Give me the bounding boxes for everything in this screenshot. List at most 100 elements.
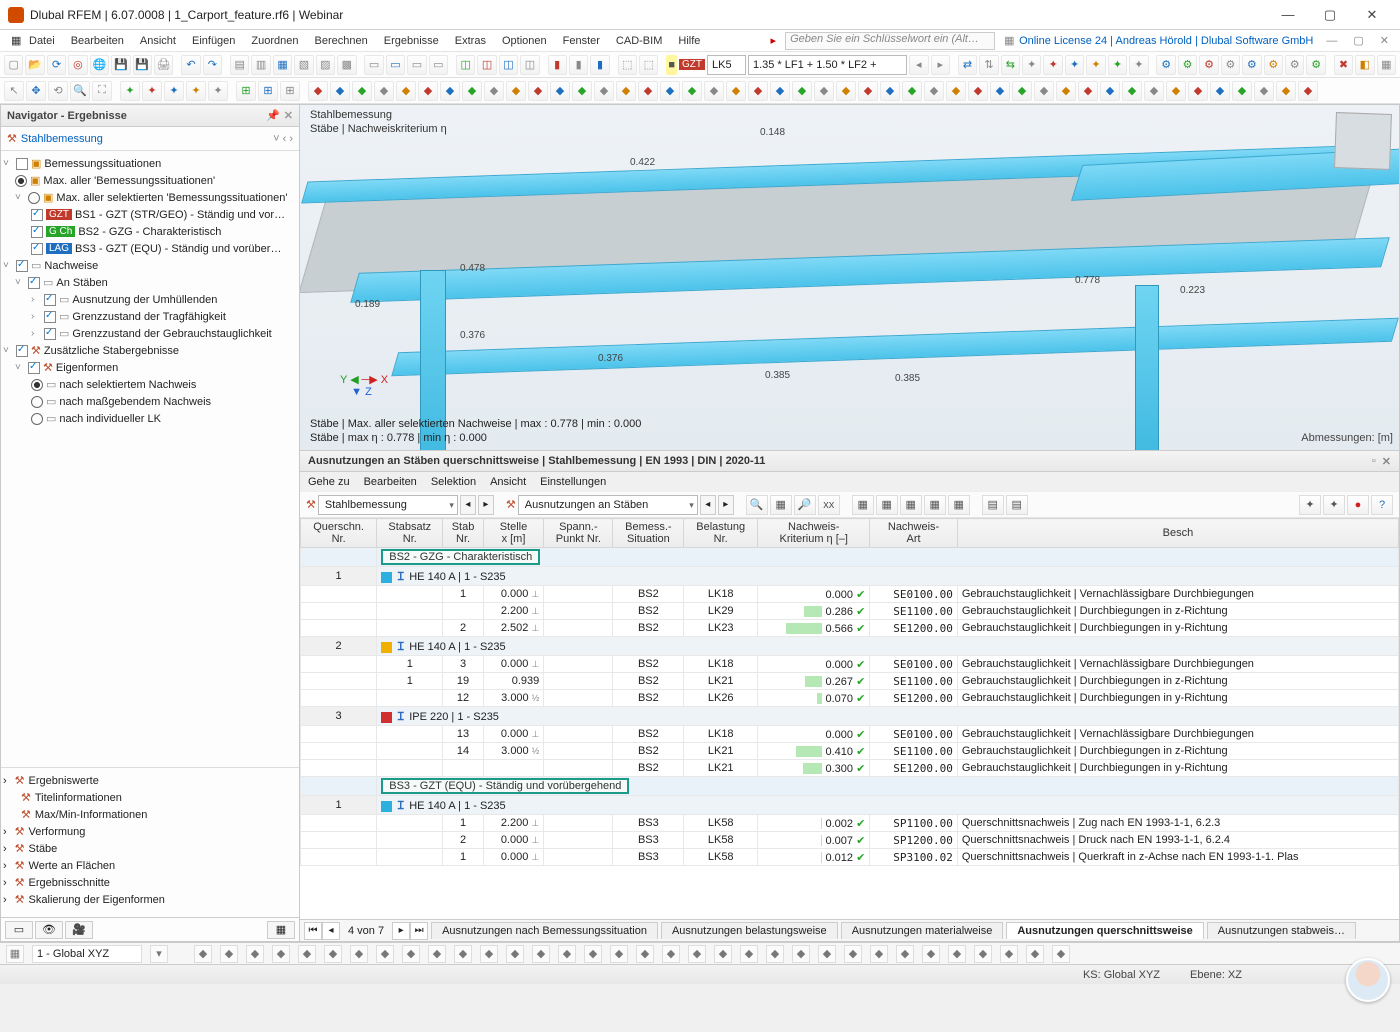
tbtn[interactable]: ⚙ bbox=[1221, 55, 1240, 75]
close-icon[interactable]: ✕ bbox=[1382, 455, 1391, 468]
menu-cadbim[interactable]: CAD-BIM bbox=[609, 33, 669, 49]
ks-icon[interactable]: ▦ bbox=[6, 945, 24, 963]
radio-all[interactable] bbox=[15, 175, 27, 187]
prev-btn[interactable]: ◂ bbox=[460, 495, 476, 515]
tree-item[interactable]: BS2 - GZG - Charakteristisch bbox=[78, 226, 221, 238]
bottom-btn[interactable]: ◆ bbox=[350, 945, 368, 963]
navigator-sub[interactable]: ⚒ Stahlbemessung ˅ ‹ › bbox=[1, 127, 299, 151]
tbtn[interactable]: ◆ bbox=[748, 81, 768, 101]
tbtn[interactable]: ◆ bbox=[638, 81, 658, 101]
refresh-icon[interactable]: ⟳ bbox=[47, 55, 66, 75]
close-icon[interactable]: ✕ bbox=[284, 109, 293, 122]
tbtn[interactable]: ◆ bbox=[1188, 81, 1208, 101]
menu-zuordnen[interactable]: Zuordnen bbox=[244, 33, 305, 49]
tbtn[interactable]: ◆ bbox=[1100, 81, 1120, 101]
tbtn[interactable]: ◆ bbox=[704, 81, 724, 101]
tbtn[interactable]: ◆ bbox=[836, 81, 856, 101]
bottom-btn[interactable]: ◆ bbox=[636, 945, 654, 963]
menu-extras[interactable]: Extras bbox=[448, 33, 493, 49]
tbtn[interactable]: ◆ bbox=[330, 81, 350, 101]
tbtn[interactable]: ◆ bbox=[1298, 81, 1318, 101]
tree-bemessungssituationen[interactable]: Bemessungssituationen bbox=[44, 158, 161, 170]
bottom-btn[interactable]: ◆ bbox=[376, 945, 394, 963]
menu-ergebnisse[interactable]: Ergebnisse bbox=[377, 33, 446, 49]
table-row[interactable]: 143.000 ½BS2LK21 0.410 ✔SE1100.00Gebrauc… bbox=[301, 743, 1399, 760]
tbtn[interactable]: ◆ bbox=[352, 81, 372, 101]
pm-bearbeiten[interactable]: Bearbeiten bbox=[364, 476, 417, 488]
tbtn[interactable]: ▥ bbox=[251, 55, 270, 75]
tree-item[interactable]: nach individueller LK bbox=[59, 413, 161, 425]
tab-last[interactable]: ⏭ bbox=[410, 922, 428, 940]
tbtn[interactable]: ◆ bbox=[528, 81, 548, 101]
tree-item[interactable]: BS1 - GZT (STR/GEO) - Ständig und vor… bbox=[75, 209, 285, 221]
bottom-btn[interactable]: ◆ bbox=[402, 945, 420, 963]
tbtn[interactable]: 🔍 bbox=[70, 81, 90, 101]
tree-item[interactable]: Zusätzliche Stabergebnisse bbox=[44, 345, 179, 357]
tbtn[interactable]: ⚙ bbox=[1242, 55, 1261, 75]
tbtn[interactable]: ▤ bbox=[230, 55, 249, 75]
table-row[interactable]: BS2LK21 0.300 ✔SE1200.00Gebrauchstauglic… bbox=[301, 760, 1399, 777]
ib[interactable]: ▤ bbox=[982, 495, 1004, 515]
tbtn[interactable]: ◆ bbox=[1122, 81, 1142, 101]
ib[interactable]: ✦ bbox=[1323, 495, 1345, 515]
tree-item[interactable]: Titelinformationen bbox=[35, 792, 122, 804]
tbtn[interactable]: ▭ bbox=[429, 55, 448, 75]
tbtn[interactable]: ▧ bbox=[294, 55, 313, 75]
tab-next[interactable]: ▸ bbox=[392, 922, 410, 940]
tbtn[interactable]: ◫ bbox=[499, 55, 518, 75]
menu-fenster[interactable]: Fenster bbox=[556, 33, 607, 49]
table-row[interactable]: 130.000 ⊥BS2LK18 0.000 ✔SE0100.00Gebrauc… bbox=[301, 656, 1399, 673]
tbtn[interactable]: ◆ bbox=[968, 81, 988, 101]
design-combo[interactable]: Stahlbemessung bbox=[318, 495, 458, 515]
tbtn[interactable]: ◧ bbox=[1355, 55, 1374, 75]
tbtn[interactable]: ◆ bbox=[440, 81, 460, 101]
target-icon[interactable]: ◎ bbox=[68, 55, 87, 75]
table-row[interactable]: 22.502 ⊥BS2LK23 0.566 ✔SE1200.00Gebrauch… bbox=[301, 620, 1399, 637]
3d-viewport[interactable]: Stahlbemessung Stäbe | Nachweiskriterium… bbox=[300, 105, 1399, 450]
col-header[interactable]: BelastungNr. bbox=[684, 519, 758, 548]
tbtn[interactable]: ✦ bbox=[208, 81, 228, 101]
nav-tab-4[interactable]: ▦ bbox=[267, 921, 295, 939]
menu-hilfe[interactable]: Hilfe bbox=[671, 33, 707, 49]
pm-gehezu[interactable]: Gehe zu bbox=[308, 476, 350, 488]
bottom-btn[interactable]: ◆ bbox=[506, 945, 524, 963]
tree-item[interactable]: Ergebnisschnitte bbox=[29, 877, 110, 889]
tbtn[interactable]: ⚙ bbox=[1285, 55, 1304, 75]
tbtn[interactable]: ◆ bbox=[484, 81, 504, 101]
col-header[interactable]: Bemess.-Situation bbox=[613, 519, 684, 548]
tree-item[interactable]: Stäbe bbox=[29, 843, 58, 855]
tbtn[interactable]: ⊞ bbox=[236, 81, 256, 101]
table-row[interactable]: 12.200 ⊥BS3LK58 0.002 ✔SP1100.00Querschn… bbox=[301, 815, 1399, 832]
bottom-btn[interactable]: ◆ bbox=[688, 945, 706, 963]
bottom-btn[interactable]: ◆ bbox=[1052, 945, 1070, 963]
view-cube[interactable] bbox=[1334, 112, 1392, 170]
tbtn[interactable]: ⚙ bbox=[1156, 55, 1175, 75]
table-row[interactable]: 1190.939 BS2LK21 0.267 ✔SE1100.00Gebrauc… bbox=[301, 673, 1399, 690]
tbtn[interactable]: ▸ bbox=[931, 55, 950, 75]
tbtn[interactable]: ◆ bbox=[770, 81, 790, 101]
bottom-btn[interactable]: ◆ bbox=[870, 945, 888, 963]
tbtn[interactable]: ◆ bbox=[462, 81, 482, 101]
tbtn[interactable]: ⚙ bbox=[1264, 55, 1283, 75]
ib[interactable]: ▦ bbox=[900, 495, 922, 515]
menu-datei[interactable]: Datei bbox=[22, 33, 62, 49]
col-header[interactable]: Nachweis-Kriterium η [–] bbox=[758, 519, 870, 548]
tbtn[interactable]: ✥ bbox=[26, 81, 46, 101]
tbtn[interactable]: ✦ bbox=[142, 81, 162, 101]
col-header[interactable]: Stellex [m] bbox=[483, 519, 544, 548]
tree-item[interactable]: Grenzzustand der Tragfähigkeit bbox=[72, 311, 225, 323]
bottom-btn[interactable]: ◆ bbox=[194, 945, 212, 963]
tbtn[interactable]: ◆ bbox=[1056, 81, 1076, 101]
table-combo[interactable]: Ausnutzungen an Stäben bbox=[518, 495, 698, 515]
tbtn[interactable]: ⇆ bbox=[1001, 55, 1020, 75]
tree-item[interactable]: Eigenformen bbox=[56, 362, 118, 374]
tbtn[interactable]: ◆ bbox=[858, 81, 878, 101]
tbtn[interactable]: ⊞ bbox=[258, 81, 278, 101]
bottom-btn[interactable]: ◆ bbox=[948, 945, 966, 963]
ks-combo[interactable]: 1 - Global XYZ bbox=[32, 945, 142, 963]
ib[interactable]: ▤ bbox=[1006, 495, 1028, 515]
bottom-btn[interactable]: ◆ bbox=[428, 945, 446, 963]
ib[interactable]: ▦ bbox=[876, 495, 898, 515]
tree-item[interactable]: Max/Min-Informationen bbox=[35, 809, 148, 821]
save-icon[interactable]: 💾 bbox=[111, 55, 130, 75]
